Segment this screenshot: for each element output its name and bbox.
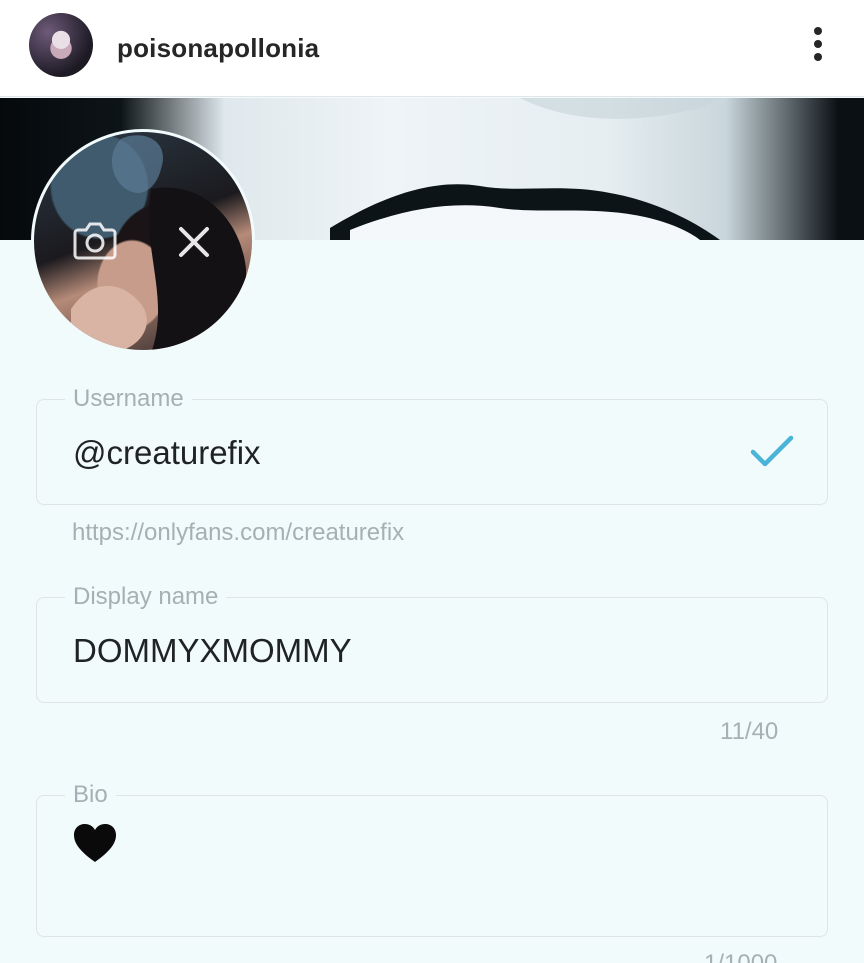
remove-avatar-icon[interactable] [175,223,213,261]
bio-counter: 1/1000 [704,950,777,963]
header-avatar[interactable] [29,13,93,77]
display-name-label: Display name [65,583,227,611]
post-header: poisonapollonia [0,0,864,97]
display-name-input[interactable]: DOMMYXMOMMY [73,632,352,670]
camera-icon[interactable] [72,218,118,262]
bio-label: Bio [65,781,116,809]
more-options-icon[interactable] [808,27,828,63]
profile-url-hint: https://onlyfans.com/creaturefix [72,519,405,546]
display-name-counter: 11/40 [720,718,779,745]
bio-field[interactable]: Bio [36,781,828,937]
display-name-field[interactable]: Display name DOMMYXMOMMY [36,583,828,703]
username-label: Username [65,385,192,413]
profile-avatar [31,129,255,353]
username-field[interactable]: Username @creaturefix [36,385,828,505]
check-icon [749,434,795,470]
username-input[interactable]: @creaturefix [73,434,261,472]
header-username[interactable]: poisonapollonia [117,33,319,64]
black-heart-icon [73,824,117,864]
